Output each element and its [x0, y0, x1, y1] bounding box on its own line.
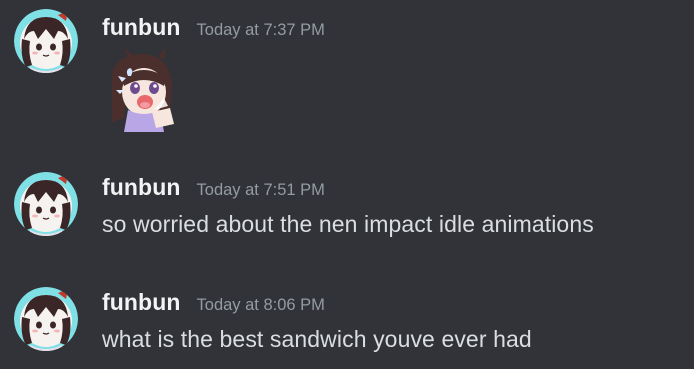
anime-girl-avatar-icon: [14, 287, 78, 351]
anime-girl-avatar-icon: [14, 9, 78, 73]
avatar[interactable]: [14, 287, 78, 351]
avatar[interactable]: [14, 9, 78, 73]
sticker[interactable]: [98, 48, 190, 132]
timestamp[interactable]: Today at 7:37 PM: [197, 21, 325, 40]
timestamp[interactable]: Today at 8:06 PM: [197, 296, 325, 315]
avatar[interactable]: [14, 172, 78, 236]
username[interactable]: funbun: [102, 14, 181, 41]
message-group: funbun Today at 8:06 PM what is the best…: [0, 279, 694, 369]
message-header: funbun Today at 8:06 PM: [102, 289, 325, 319]
timestamp[interactable]: Today at 7:51 PM: [197, 181, 325, 200]
username[interactable]: funbun: [102, 289, 181, 316]
message-header: funbun Today at 7:37 PM: [102, 14, 325, 44]
anime-girl-avatar-icon: [14, 172, 78, 236]
message-group: funbun Today at 7:37 PM: [0, 0, 694, 140]
crying-anime-girl-sticker-icon: [111, 48, 174, 132]
message-content: so worried about the nen impact idle ani…: [102, 211, 594, 237]
username[interactable]: funbun: [102, 174, 181, 201]
message-group: funbun Today at 7:51 PM so worried about…: [0, 164, 694, 254]
message-header: funbun Today at 7:51 PM: [102, 174, 325, 204]
message-content: what is the best sandwich youve ever had: [102, 326, 532, 352]
